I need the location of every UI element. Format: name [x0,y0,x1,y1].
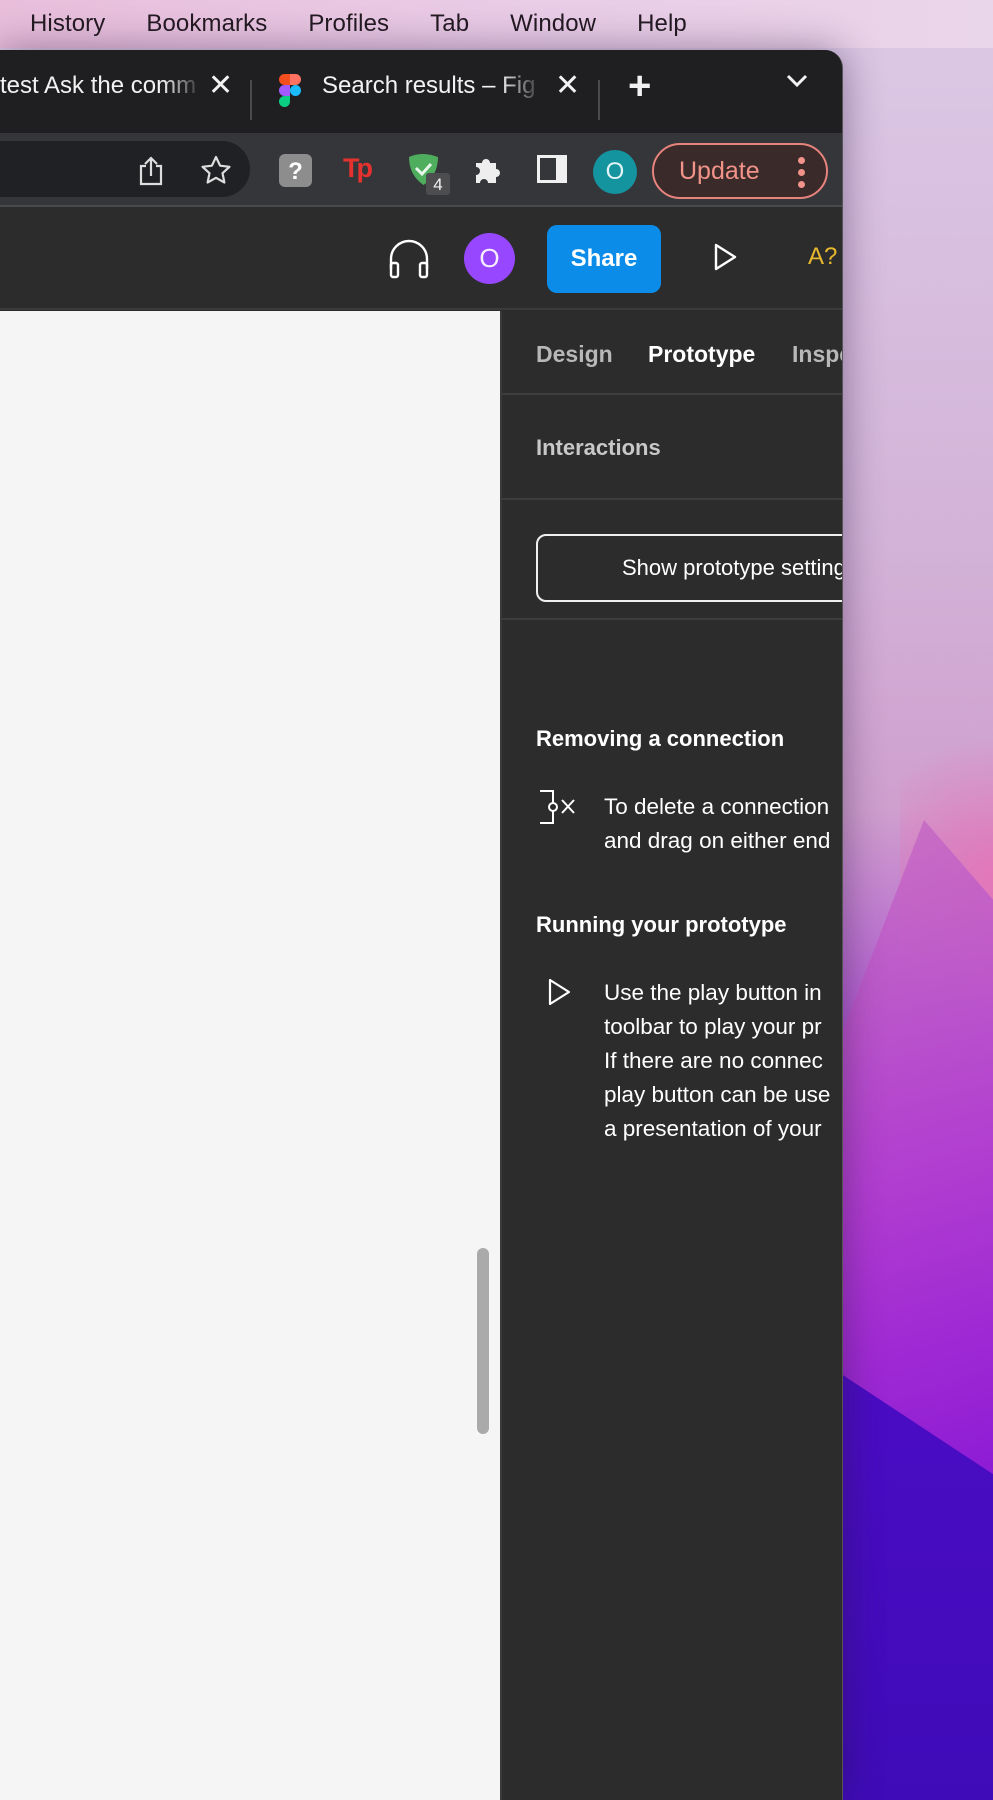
menu-tab[interactable]: Tab [430,10,469,38]
close-icon[interactable]: ✕ [555,68,580,104]
canvas-scrollbar[interactable] [477,1248,489,1434]
play-icon[interactable] [714,243,738,276]
tab-inspect[interactable]: Inspect [792,341,842,368]
interactions-title: Interactions [536,435,661,460]
browser-profile-avatar[interactable]: O [593,150,637,194]
macos-menubar: History Bookmarks Profiles Tab Window He… [0,0,993,48]
menu-profiles[interactable]: Profiles [308,10,389,38]
close-icon[interactable]: ✕ [208,68,233,104]
figma-header: O Share A? [0,207,842,310]
properties-panel: Design Prototype Inspect Interactions Sh… [500,311,842,1800]
plus-icon[interactable]: + [628,64,651,108]
share-button[interactable]: Share [547,225,661,293]
tab-strip: test Ask the comm ✕ Search results – Fig… [0,50,842,133]
puzzle-extensions-icon[interactable] [472,153,504,190]
svg-text:?: ? [288,158,303,185]
menu-window[interactable]: Window [510,10,596,38]
shield-check-extension-icon[interactable]: 4 [406,151,452,202]
update-label: Update [679,156,760,185]
tab-design[interactable]: Design [536,341,613,368]
svg-text:Tp: Tp [343,153,372,183]
help-text-line: and drag on either end [604,828,831,853]
tab-prototype[interactable]: Prototype [648,341,755,368]
browser-window: test Ask the comm ✕ Search results – Fig… [0,50,843,1800]
tab-separator [598,80,600,120]
interactions-section: Interactions [502,395,842,500]
svg-text:4: 4 [433,175,442,194]
help-extension-icon[interactable]: ? [279,154,312,192]
tab-title: test Ask the comm [0,72,197,99]
menu-history[interactable]: History [30,10,105,38]
chevron-down-icon[interactable] [786,74,808,93]
browser-toolbar: ? Tp 4 O Update [0,133,842,207]
help-text-line: play button can be use [604,1082,831,1107]
user-avatar[interactable]: O [464,233,515,284]
tab-separator [250,80,252,120]
font-help-button[interactable]: A? [808,243,837,271]
remove-connection-icon [538,789,580,830]
show-prototype-settings-button[interactable]: Show prototype settings [536,534,842,602]
menu-help[interactable]: Help [637,10,687,38]
kebab-menu-icon[interactable] [798,157,806,193]
prototype-settings-section: Show prototype settings [502,500,842,620]
star-icon[interactable] [200,155,232,190]
panel-tabs: Design Prototype Inspect [502,311,842,395]
design-canvas[interactable] [0,311,500,1800]
side-panel-icon[interactable] [537,155,567,188]
help-text-line: To delete a connection [604,794,830,819]
share-icon[interactable] [138,156,164,191]
help-heading-removing-connection: Removing a connection [536,726,785,751]
help-heading-running-prototype: Running your prototype [536,912,787,937]
help-text-line: Use the play button in [604,980,822,1005]
menu-bookmarks[interactable]: Bookmarks [146,10,267,38]
tab-title: Search results – Fig [322,72,536,99]
help-text-line: If there are no connec [604,1048,823,1073]
figma-logo-icon [279,74,301,113]
update-button[interactable]: Update [652,143,828,199]
headphones-icon[interactable] [387,239,431,284]
help-text-line: a presentation of your [604,1116,822,1141]
help-text-line: toolbar to play your pr [604,1014,822,1039]
play-icon [548,978,572,1011]
tp-extension-icon[interactable]: Tp [343,153,377,190]
